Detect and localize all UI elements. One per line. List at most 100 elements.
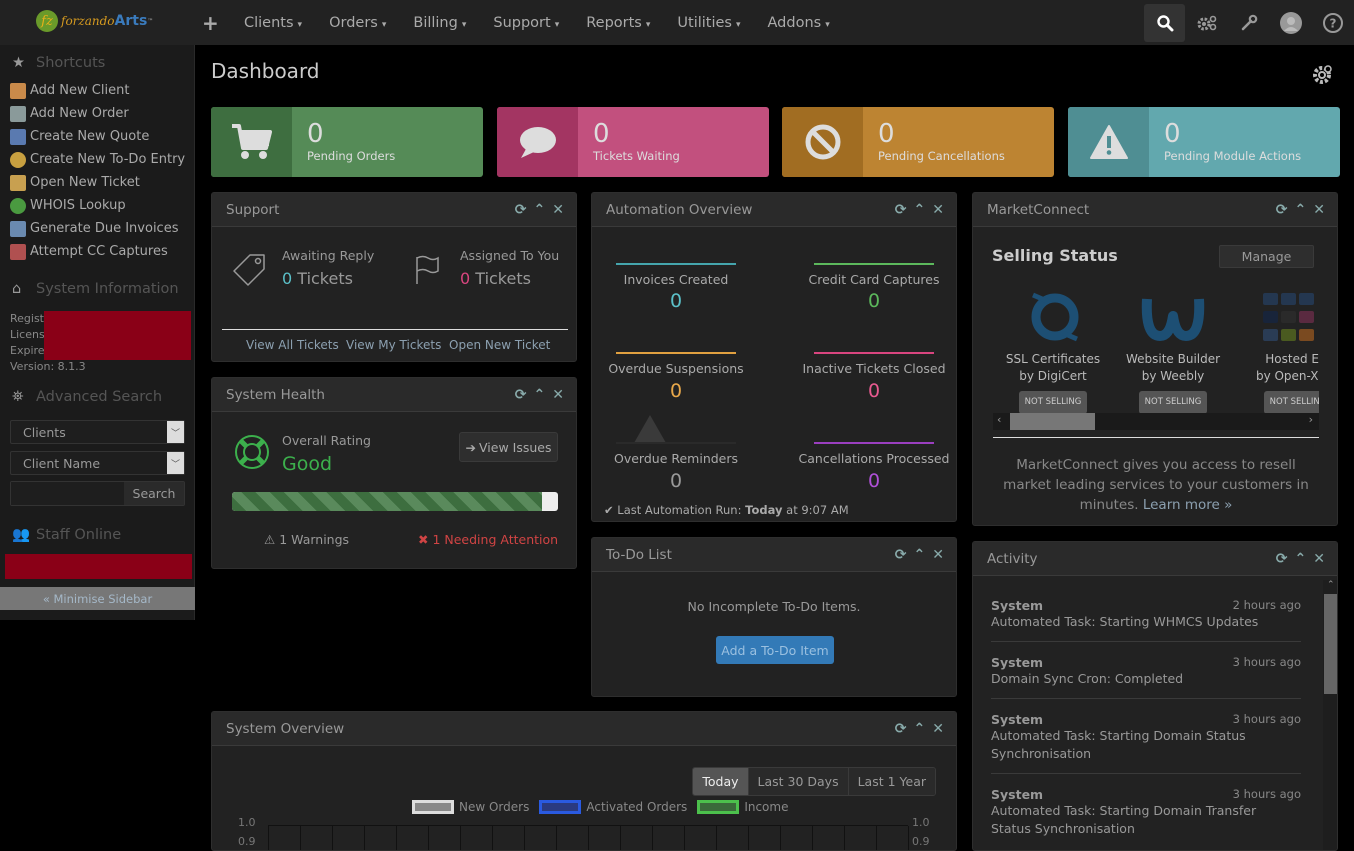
shortcut-add-new-order[interactable]: Add New Order: [0, 102, 195, 125]
menu-clients[interactable]: Clients ▾: [244, 15, 302, 31]
mc-line1: SSL Certificates: [1005, 352, 1101, 366]
assigned-label: Assigned To You: [460, 248, 560, 263]
stat-pending-cancellations[interactable]: 0 Pending Cancellations: [782, 107, 1054, 177]
menu-reports[interactable]: Reports ▾: [586, 15, 650, 31]
mc-item-weebly[interactable]: Website Builder by Weebly NOT SELLING: [1113, 351, 1233, 414]
stat-value: 0: [593, 119, 610, 149]
open-new-ticket-link[interactable]: Open New Ticket: [449, 338, 550, 352]
activity-msg: Automated Task: Starting Domain Status S…: [991, 728, 1246, 761]
add-new-icon[interactable]: +: [202, 11, 219, 35]
refresh-icon[interactable]: ⟳: [515, 387, 527, 403]
shortcut-generate-invoices[interactable]: Generate Due Invoices: [0, 217, 195, 240]
search-field-select[interactable]: Client Name ﹀: [10, 451, 185, 475]
view-issues-button[interactable]: ➔ View Issues: [459, 432, 558, 462]
dashboard-settings-icon[interactable]: [1311, 64, 1333, 90]
collapse-icon[interactable]: ⌃: [1295, 551, 1307, 567]
scrollbar-thumb[interactable]: [1324, 594, 1337, 694]
shortcut-whois-lookup[interactable]: WHOIS Lookup: [0, 194, 195, 217]
close-icon[interactable]: ✕: [1313, 202, 1325, 218]
refresh-icon[interactable]: ⟳: [1276, 202, 1288, 218]
range-today-button[interactable]: Today: [693, 768, 748, 795]
stat-pending-orders[interactable]: 0 Pending Orders: [211, 107, 483, 177]
shortcut-add-new-client[interactable]: Add New Client: [0, 79, 195, 102]
heading-label: Shortcuts: [36, 55, 106, 71]
shortcut-create-todo[interactable]: Create New To-Do Entry: [0, 148, 195, 171]
search-icon[interactable]: [1144, 3, 1185, 42]
last-run-day: Today: [745, 503, 783, 517]
y-tick-right: 1.0: [912, 816, 930, 829]
add-todo-button[interactable]: Add a To-Do Item: [716, 636, 834, 664]
scrollbar-thumb[interactable]: [1010, 413, 1095, 430]
refresh-icon[interactable]: ⟳: [515, 202, 527, 218]
close-icon[interactable]: ✕: [552, 387, 564, 403]
auto-value-invoices-created: 0: [669, 290, 683, 312]
menu-addons[interactable]: Addons ▾: [768, 15, 830, 31]
scroll-left-icon[interactable]: ‹: [997, 413, 1001, 426]
shortcut-create-new-quote[interactable]: Create New Quote: [0, 125, 195, 148]
user-avatar[interactable]: [1270, 4, 1311, 42]
refresh-icon[interactable]: ⟳: [895, 202, 907, 218]
menu-orders[interactable]: Orders ▾: [329, 15, 386, 31]
select-value: Clients: [23, 424, 66, 440]
view-my-tickets-link[interactable]: View My Tickets: [346, 338, 441, 352]
collapse-icon[interactable]: ⌃: [534, 387, 546, 403]
warning-icon: [1068, 107, 1149, 177]
range-30-days-button[interactable]: Last 30 Days: [747, 768, 848, 795]
search-input[interactable]: [11, 482, 124, 505]
shortcut-cc-captures[interactable]: Attempt CC Captures: [0, 240, 195, 263]
minimise-sidebar-button[interactable]: « Minimise Sidebar: [0, 587, 195, 610]
brand-logo[interactable]: fz forzando Arts ™: [36, 10, 153, 32]
automation-gears-icon[interactable]: [1186, 4, 1227, 42]
assigned-count[interactable]: 0 Tickets: [460, 269, 531, 288]
view-all-tickets-link[interactable]: View All Tickets: [246, 338, 339, 352]
warnings-label: 1 Warnings: [279, 532, 350, 547]
stat-tickets-waiting[interactable]: 0 Tickets Waiting: [497, 107, 769, 177]
help-icon[interactable]: ?: [1312, 4, 1353, 42]
close-icon[interactable]: ✕: [932, 547, 944, 563]
shortcut-open-new-ticket[interactable]: Open New Ticket: [0, 171, 195, 194]
search-button[interactable]: Search: [124, 482, 184, 505]
mc-line1: Hosted Em: [1265, 352, 1319, 366]
warnings-count[interactable]: ⚠ 1 Warnings: [264, 532, 349, 547]
mc-item-open-xchange[interactable]: Hosted Em by Open-Xcha NOT SELLING: [1233, 351, 1319, 414]
legend-swatch-income[interactable]: [697, 800, 740, 814]
wrench-icon[interactable]: [1228, 4, 1269, 42]
close-icon[interactable]: ✕: [552, 202, 564, 218]
manage-button[interactable]: Manage: [1219, 245, 1314, 268]
mc-line2: by DigiCert: [1019, 369, 1087, 383]
range-1-year-button[interactable]: Last 1 Year: [847, 768, 935, 795]
health-progress-bar: [232, 492, 558, 511]
collapse-icon[interactable]: ⌃: [534, 202, 546, 218]
legend-swatch-activated-orders[interactable]: [539, 800, 582, 814]
carousel-scrollbar[interactable]: ‹ ›: [993, 413, 1319, 430]
close-icon[interactable]: ✕: [932, 202, 944, 218]
menu-utilities[interactable]: Utilities ▾: [677, 15, 740, 31]
attention-count[interactable]: ✖ 1 Needing Attention: [418, 532, 558, 547]
close-icon[interactable]: ✕: [1313, 551, 1325, 567]
search-type-select[interactable]: Clients ﹀: [10, 420, 185, 444]
scroll-up-icon[interactable]: ⌃: [1327, 580, 1335, 590]
auto-value-overdue-suspensions: 0: [669, 380, 683, 402]
stat-pending-module-actions[interactable]: 0 Pending Module Actions: [1068, 107, 1340, 177]
legend-swatch-new-orders[interactable]: [412, 800, 454, 814]
close-icon[interactable]: ✕: [932, 721, 944, 737]
menu-support[interactable]: Support ▾: [493, 15, 559, 31]
collapse-icon[interactable]: ⌃: [1295, 202, 1307, 218]
refresh-icon[interactable]: ⟳: [1276, 551, 1288, 567]
shortcuts-heading: ★ Shortcuts: [0, 55, 105, 71]
refresh-icon[interactable]: ⟳: [895, 721, 907, 737]
mc-item-ssl[interactable]: SSL Certificates by DigiCert NOT SELLING: [993, 351, 1113, 414]
awaiting-reply-count[interactable]: 0 Tickets: [282, 269, 353, 288]
learn-more-link[interactable]: Learn more »: [1143, 497, 1233, 513]
collapse-icon[interactable]: ⌃: [914, 547, 926, 563]
collapse-icon[interactable]: ⌃: [914, 721, 926, 737]
indicator-line: [814, 263, 934, 265]
refresh-icon[interactable]: ⟳: [895, 547, 907, 563]
activity-scrollbar[interactable]: ⌃: [1323, 580, 1337, 850]
logo-text-2: Arts: [114, 13, 148, 29]
menu-billing[interactable]: Billing ▾: [413, 15, 466, 31]
shortcut-label: Attempt CC Captures: [30, 244, 168, 259]
collapse-icon[interactable]: ⌃: [914, 202, 926, 218]
scroll-right-icon[interactable]: ›: [1309, 413, 1313, 426]
heading-label: Advanced Search: [36, 389, 163, 405]
